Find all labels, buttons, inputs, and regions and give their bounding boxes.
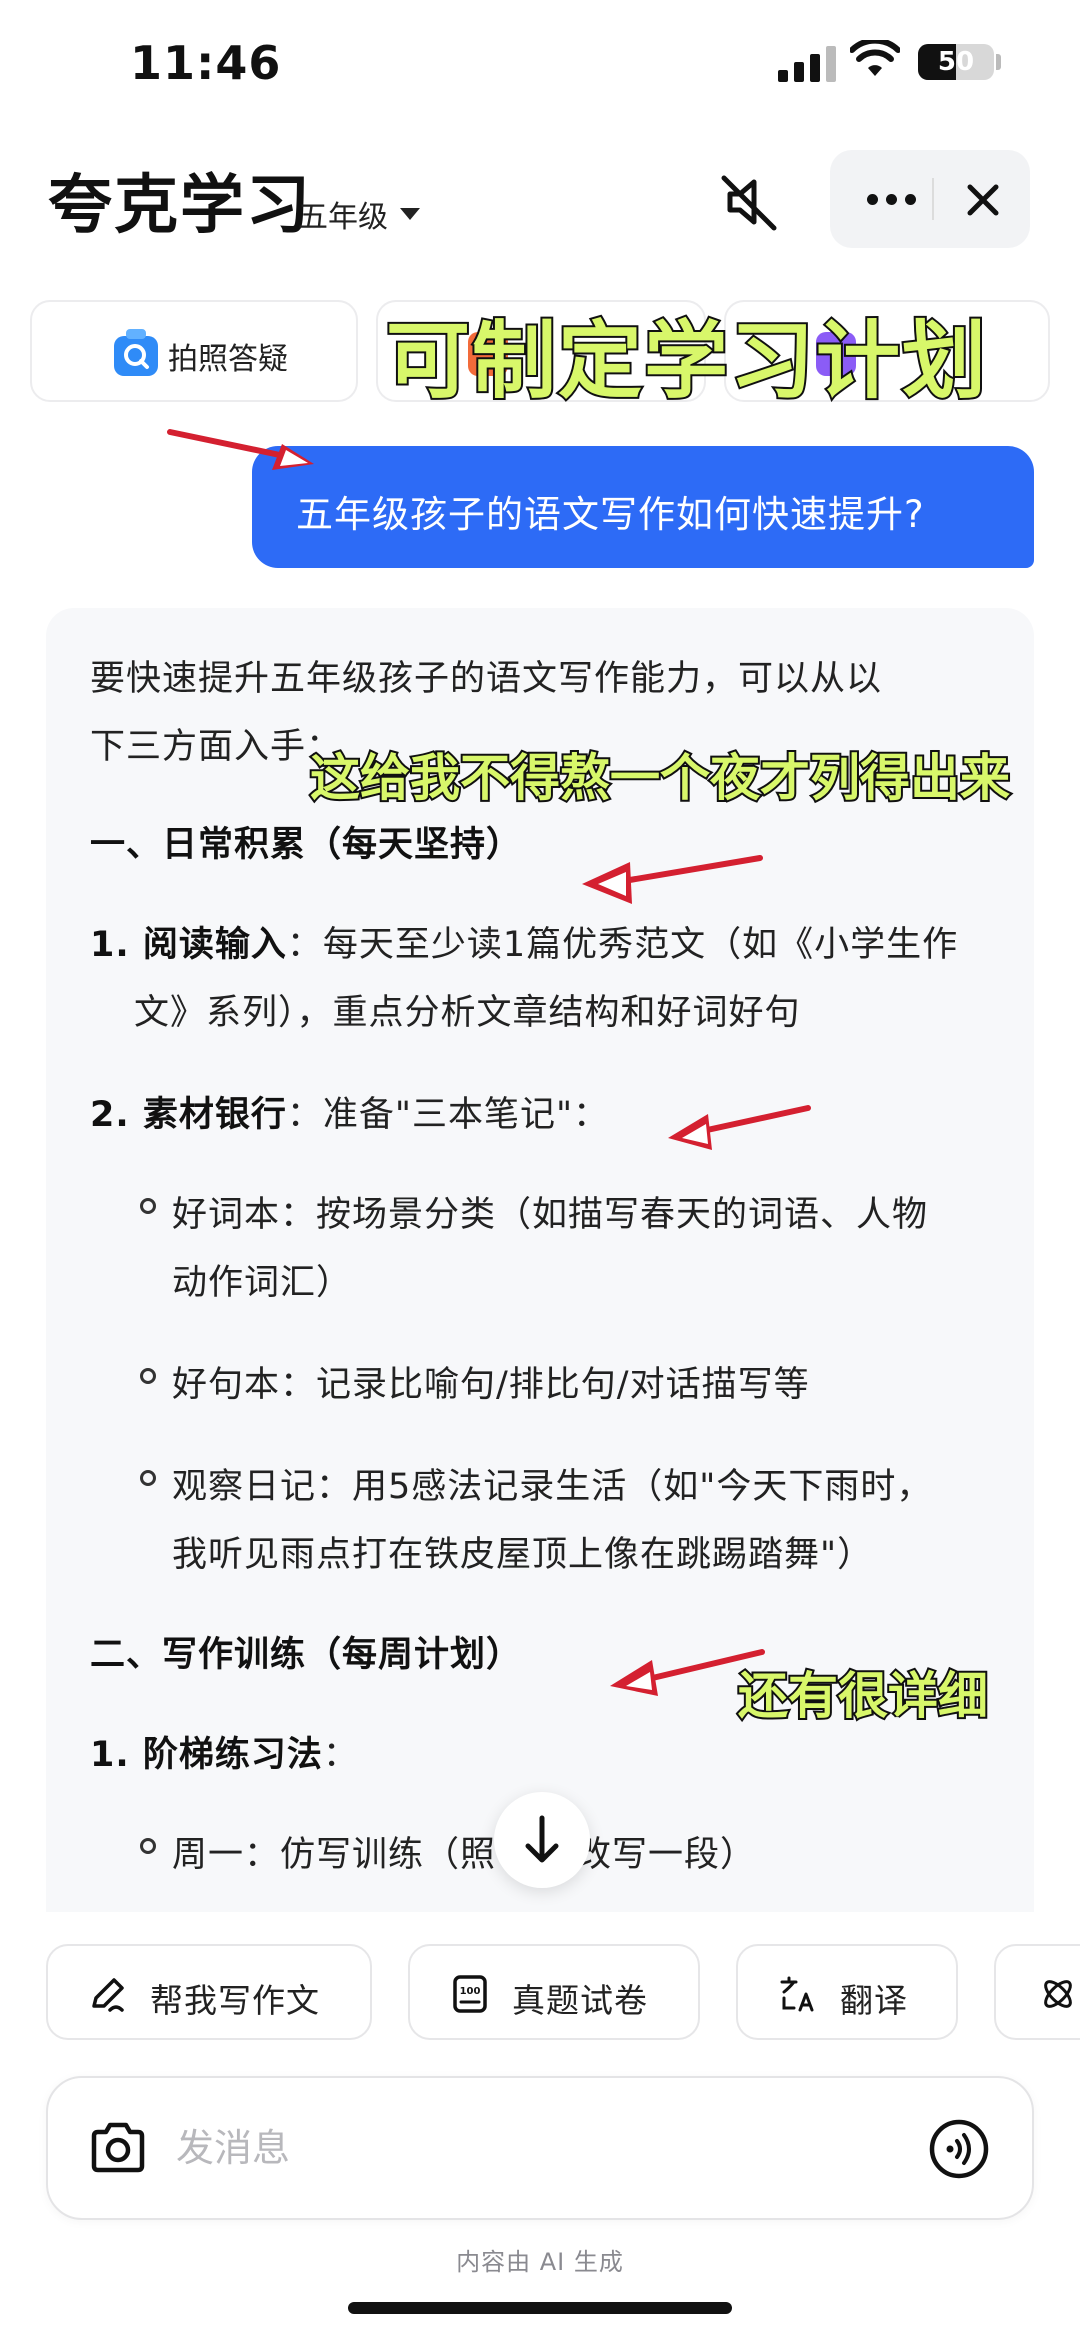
status-bar: 11:46 50: [0, 0, 1080, 130]
section-heading-weekly: 二、写作训练（每周计划）: [90, 1635, 523, 1675]
overlay-caption-bottom: 还有很详细: [736, 1665, 990, 1727]
tool-label: 真题试卷: [512, 1981, 648, 2020]
sub-item-text: 周一：仿写训练（照: [172, 1835, 497, 1875]
list-item-text: ：准备"三本笔记"：: [286, 1095, 610, 1135]
quick-action-photo-qa[interactable]: 拍照答疑: [30, 300, 358, 402]
list-item-title: 1. 阅读输入: [90, 925, 287, 965]
battery-icon: 50: [918, 44, 994, 80]
atom-icon: [1044, 1980, 1072, 2008]
list-item-ladder: 1. 阶梯练习法：: [90, 1726, 359, 1777]
message-composer: [46, 2076, 1034, 2220]
more-options-button[interactable]: [858, 150, 924, 248]
answer-intro-line: 要快速提升五年级孩子的语文写作能力，可以从以: [90, 659, 883, 699]
tool-label: 帮我写作文: [150, 1981, 320, 2020]
home-indicator[interactable]: [348, 2302, 732, 2314]
annotation-arrow-icon: [167, 429, 314, 470]
list-item-text: ：: [322, 1735, 359, 1775]
tool-chips: 帮我写作文 100 真题试卷 翻译: [0, 1944, 1080, 2044]
list-item-material: 2. 素材银行：准备"三本笔记"：: [90, 1086, 609, 1137]
overlay-caption-middle: 这给我不得熬一个夜才列得出来: [308, 747, 1012, 809]
grade-select[interactable]: 五年级: [298, 192, 420, 236]
tool-write-essay[interactable]: 帮我写作文: [46, 1944, 372, 2040]
quick-action-label: 拍照答疑: [168, 342, 288, 377]
list-item-title: 2. 素材银行: [90, 1095, 287, 1135]
sub-item-words: 好词本：按场景分类（如描写春天的词语、人物: [172, 1195, 929, 1235]
scroll-down-button[interactable]: [494, 1792, 590, 1888]
annotation-arrow-icon: [582, 855, 763, 904]
list-item-continuation: 文》系列），重点分析文章结构和好词好句: [134, 993, 801, 1033]
battery-tip: [996, 54, 1001, 70]
tool-exam-papers[interactable]: 100 真题试卷: [408, 1944, 700, 2040]
answer-intro-line: 下三方面入手：: [90, 727, 343, 767]
tool-translate[interactable]: 翻译: [736, 1944, 958, 2040]
pen-icon: [92, 1978, 124, 2012]
annotation-arrow-icon: [668, 1105, 811, 1150]
exam-paper-icon: 100: [453, 1975, 487, 2013]
overlay-caption-top: 可制定学习计划: [384, 310, 989, 412]
caret-down-icon: [400, 208, 420, 220]
section-heading-daily: 一、日常积累（每天坚持）: [90, 825, 523, 865]
list-item-text: ：每天至少读1篇优秀范文（如《小学生作: [286, 925, 959, 965]
divider: [932, 178, 934, 220]
window-controls: [830, 150, 1030, 248]
close-button[interactable]: [942, 150, 1022, 248]
bullet-icon: [140, 1838, 156, 1854]
tool-label: 翻译: [840, 1981, 908, 2020]
message-input[interactable]: [176, 2116, 816, 2180]
list-item-title: 1. 阶梯练习法: [90, 1735, 323, 1775]
sub-item-continuation: 我听见雨点打在铁皮屋顶上像在跳踢踏舞"）: [172, 1535, 874, 1575]
app-header: 夸克学习 五年级: [0, 140, 1080, 260]
tool-more[interactable]: [994, 1944, 1080, 2040]
list-item-reading: 1. 阅读输入：每天至少读1篇优秀范文（如《小学生作: [90, 916, 958, 967]
cellular-signal-icon: [778, 46, 836, 82]
translate-icon: [780, 1976, 814, 2012]
sub-item-continuation: 动作词汇）: [172, 1263, 353, 1303]
grade-label: 五年级: [298, 200, 388, 235]
bullet-icon: [140, 1198, 156, 1214]
bullet-icon: [140, 1368, 156, 1384]
sub-item-monday: 周一：仿写训练（照 文改写一段）: [172, 1826, 756, 1877]
photo-search-icon: [114, 329, 158, 376]
voice-input-icon[interactable]: [928, 2118, 990, 2180]
sub-item-sentences: 好句本：记录比喻句/排比句/对话描写等: [172, 1365, 810, 1405]
battery-level: 50: [937, 47, 975, 77]
svg-text:100: 100: [460, 1986, 481, 1997]
bullet-icon: [140, 1470, 156, 1486]
app-title: 夸克学习: [48, 169, 312, 243]
status-time: 11:46: [130, 36, 282, 90]
mute-speaker-icon[interactable]: [716, 170, 780, 234]
camera-icon[interactable]: [88, 2120, 148, 2176]
user-message-bubble: 五年级孩子的语文写作如何快速提升?: [252, 446, 1034, 568]
sub-item-diary: 观察日记：用5感法记录生活（如"今天下雨时，: [172, 1467, 933, 1507]
ai-disclaimer: 内容由 AI 生成: [456, 2248, 624, 2276]
wifi-icon: [850, 40, 900, 76]
